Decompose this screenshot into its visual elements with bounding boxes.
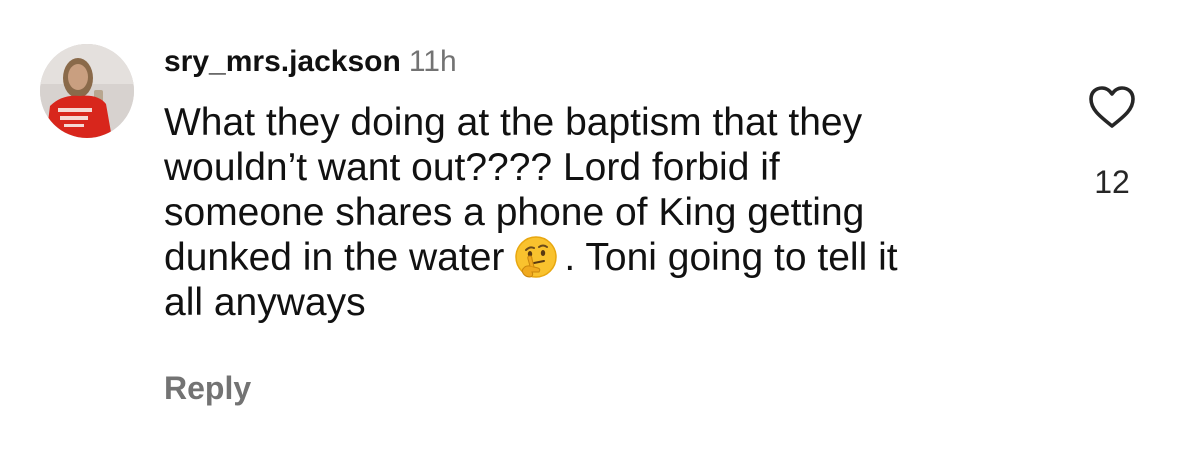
comment-text-line: wouldn’t want out???? Lord forbid if [164,146,780,189]
heart-outline-icon[interactable] [1087,84,1137,130]
comment-header: sry_mrs.jackson 11h [164,44,1064,80]
username-link[interactable]: sry_mrs.jackson [164,45,401,78]
comment-text: What they doing at the baptism that they… [164,100,1064,325]
avatar-image [40,44,134,138]
comment-text-fragment: . Toni going to tell it [564,236,898,279]
reply-button[interactable]: Reply [164,368,251,408]
avatar[interactable] [40,44,134,138]
comment-text-fragment: dunked in the water [164,236,505,279]
comment-text-line: all anyways [164,281,366,324]
comment: sry_mrs.jackson 11h What they doing at th… [0,0,1200,455]
comment-body: sry_mrs.jackson 11h What they doing at th… [164,44,1064,325]
comment-text-line: someone shares a phone of King getting [164,191,865,234]
like-section: 12 [1084,84,1140,200]
comment-text-line: What they doing at the baptism that they [164,101,863,144]
comment-text-line: dunked in the water . Toni going to tell… [164,235,1064,280]
thinking-face-emoji [514,235,558,279]
like-count[interactable]: 12 [1084,164,1140,200]
comment-timestamp[interactable]: 11h [409,45,457,78]
